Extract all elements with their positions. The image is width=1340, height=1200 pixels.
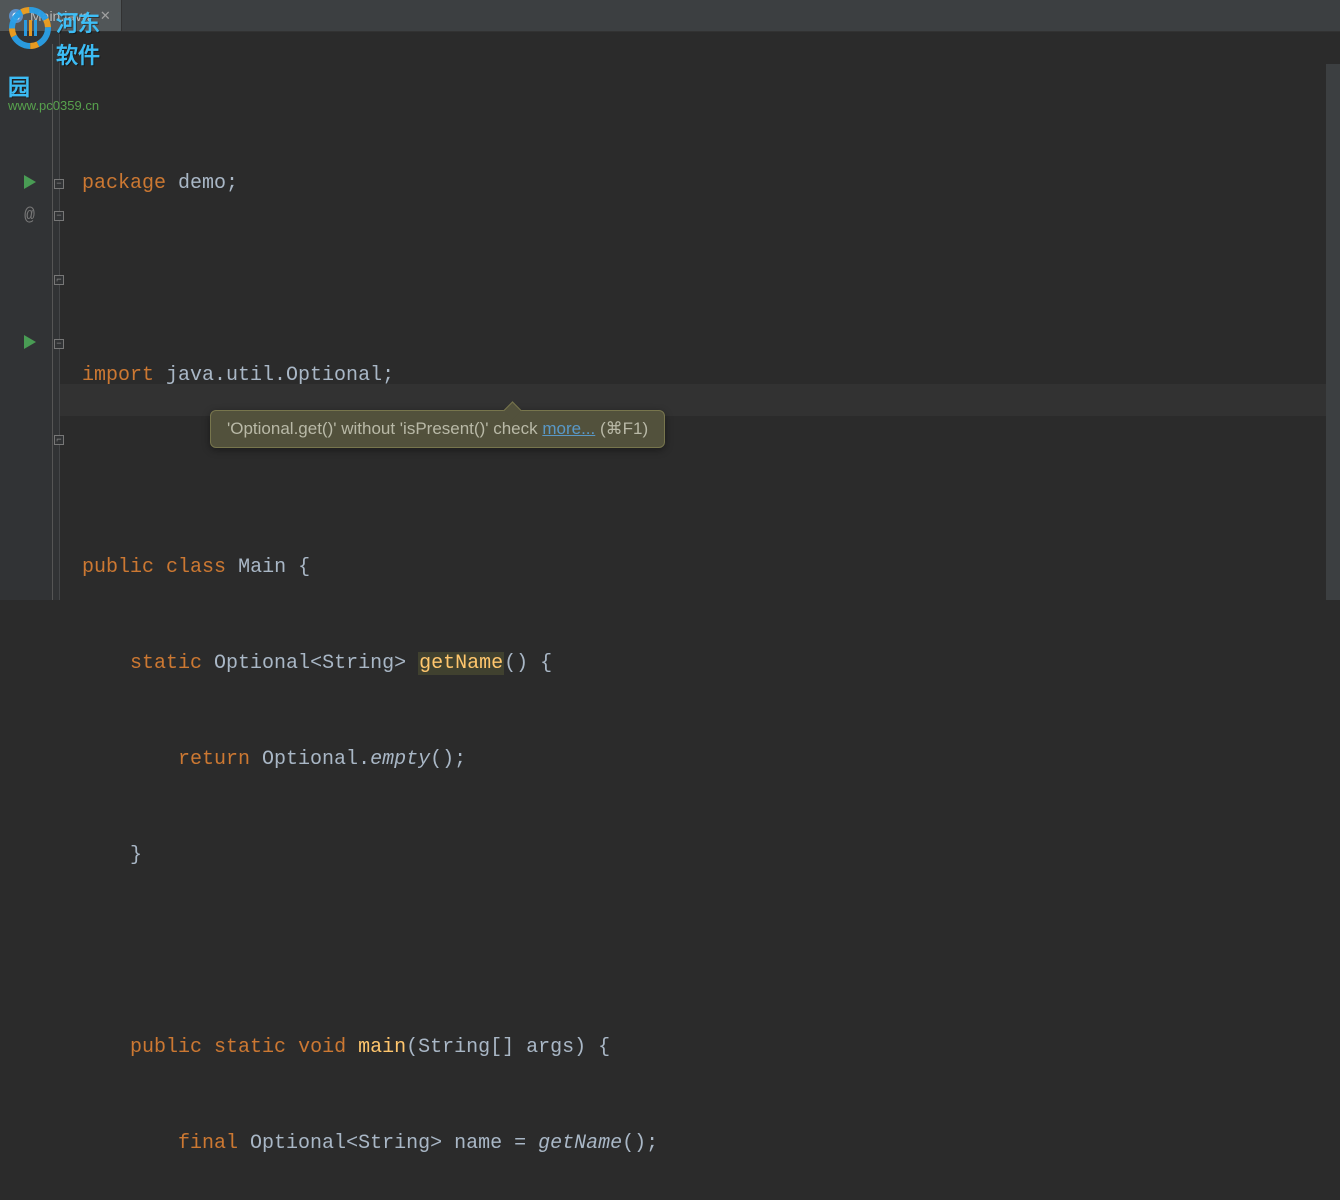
inspection-tooltip: 'Optional.get()' without 'isPresent()' c… <box>210 410 665 448</box>
code-line: static Optional<String> getName() { <box>82 648 1340 680</box>
code-line: } <box>82 840 1340 872</box>
tooltip-message: 'Optional.get()' without 'isPresent()' c… <box>227 419 542 438</box>
code-line: final Optional<String> name = getName(); <box>82 1128 1340 1160</box>
code-line: return Optional.empty(); <box>82 744 1340 776</box>
file-tab-main-java[interactable]: C Main.java ✕ <box>0 0 122 31</box>
editor-area: − @ − ⌐ − ⌐ package demo; import java.ut… <box>0 32 1340 600</box>
editor-gutter[interactable]: − @ − ⌐ − ⌐ <box>0 32 60 600</box>
java-class-icon: C <box>8 8 24 24</box>
run-gutter-icon[interactable] <box>24 173 36 196</box>
tooltip-more-link[interactable]: more... <box>542 419 595 438</box>
code-line: public static void main(String[] args) { <box>82 1032 1340 1064</box>
override-gutter-icon[interactable]: @ <box>24 206 35 226</box>
run-gutter-icon[interactable] <box>24 333 36 356</box>
svg-text:C: C <box>12 11 20 23</box>
close-icon[interactable]: ✕ <box>100 8 111 24</box>
code-editor[interactable]: package demo; import java.util.Optional;… <box>60 32 1340 600</box>
vertical-scrollbar[interactable] <box>1326 64 1340 600</box>
code-line: package demo; <box>82 168 1340 200</box>
tooltip-shortcut: (⌘F1) <box>595 419 648 438</box>
tab-filename: Main.java <box>30 8 90 24</box>
code-line: public class Main { <box>82 552 1340 584</box>
code-line: import java.util.Optional; <box>82 360 1340 392</box>
editor-tab-bar: C Main.java ✕ <box>0 0 1340 32</box>
code-line <box>82 936 1340 968</box>
code-line <box>82 264 1340 296</box>
code-line <box>82 456 1340 488</box>
